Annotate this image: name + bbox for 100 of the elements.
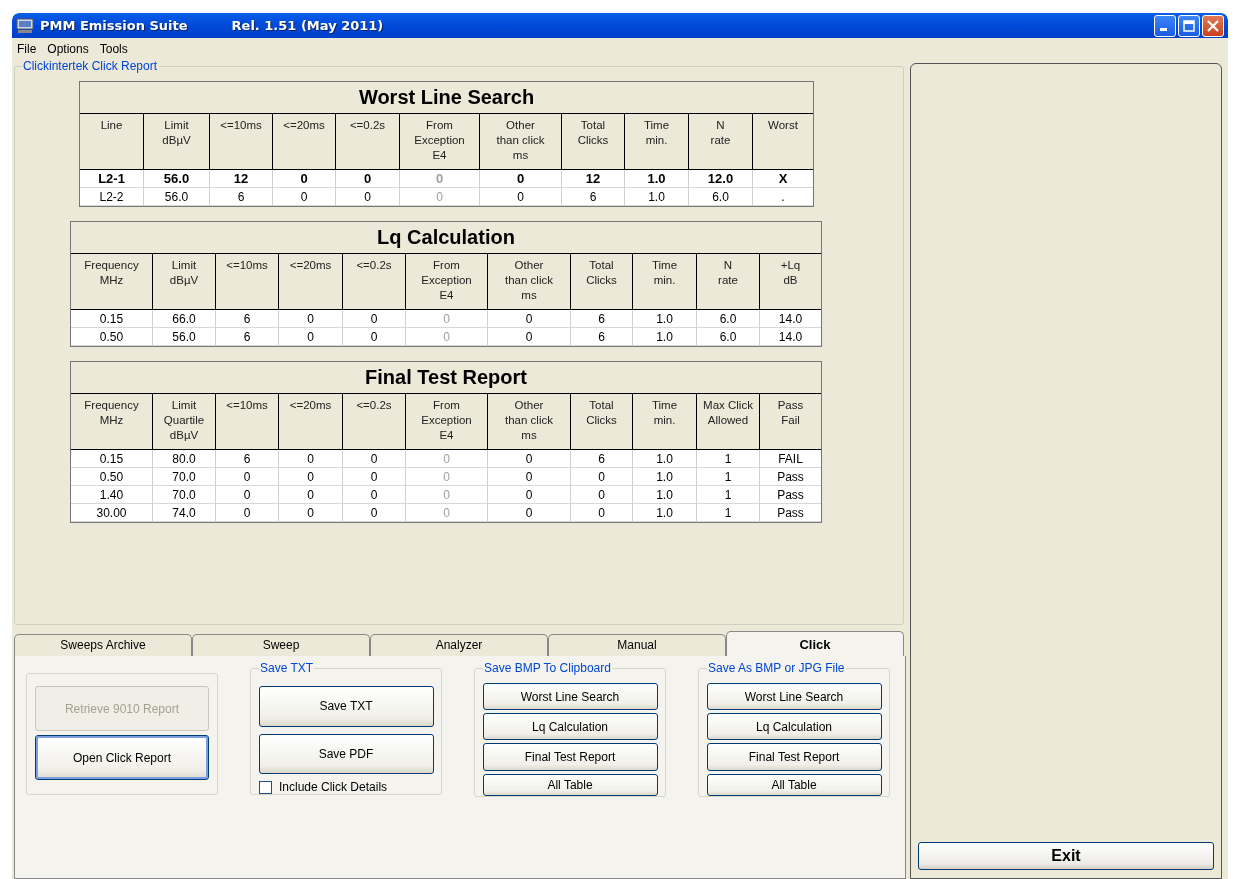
- table-cell: 1.0: [633, 504, 697, 522]
- column-header: Time min.: [633, 254, 697, 309]
- table-cell: 1.0: [625, 188, 689, 206]
- column-header: Frequency MHz: [71, 254, 153, 309]
- export-button[interactable]: All Table: [706, 773, 882, 796]
- exit-button[interactable]: Exit: [918, 842, 1214, 870]
- table-cell: 0: [406, 328, 488, 346]
- table-cell: 0: [279, 328, 343, 346]
- group-title: Save BMP To Clipboard: [483, 661, 612, 675]
- save-button[interactable]: Save PDF: [258, 733, 434, 774]
- column-header: Total Clicks: [562, 114, 625, 169]
- table-title: Lq Calculation: [71, 222, 821, 254]
- table-cell: 0: [336, 188, 400, 206]
- column-header: <=20ms: [279, 394, 343, 449]
- table-cell: 1.0: [633, 328, 697, 346]
- column-header: <=10ms: [210, 114, 273, 169]
- column-header: From Exception E4: [406, 394, 488, 449]
- minimize-button[interactable]: [1154, 14, 1176, 37]
- column-header: Frequency MHz: [71, 394, 153, 449]
- table-cell: L2-2: [80, 188, 144, 206]
- column-header: Other than click ms: [488, 254, 571, 309]
- column-header: Pass Fail: [776, 398, 805, 428]
- column-header: Total Clicks: [571, 254, 633, 309]
- column-header: Total Clicks: [571, 394, 633, 449]
- checkbox-label: Include Click Details: [279, 780, 388, 794]
- group-title: Save TXT: [259, 661, 315, 675]
- export-button[interactable]: Lq Calculation: [482, 713, 658, 741]
- column-header: N rate: [689, 114, 753, 169]
- table-cell: 0: [279, 504, 343, 522]
- table-cell: 6.0: [689, 188, 753, 206]
- table-cell: 0: [488, 328, 571, 346]
- tab[interactable]: Click: [726, 631, 904, 656]
- column-header: <=20ms: [279, 254, 343, 309]
- table-cell: 0: [571, 504, 633, 522]
- table-cell: 6: [216, 328, 279, 346]
- column-header: Other than click ms: [480, 114, 562, 169]
- column-header: Limit Quartile dBµV: [153, 394, 216, 449]
- table-cell: 0: [273, 188, 336, 206]
- table-cell: 74.0: [153, 504, 216, 522]
- export-button[interactable]: Lq Calculation: [706, 713, 882, 741]
- group-title: Clickintertek Click Report: [21, 59, 160, 73]
- column-header: Time min.: [633, 394, 697, 449]
- table-cell: 0: [216, 504, 279, 522]
- table-cell: 0: [488, 504, 571, 522]
- table-cell: .: [753, 188, 813, 206]
- checkbox[interactable]: [259, 780, 272, 794]
- column-header: <=10ms: [216, 394, 279, 449]
- table-cell: 6: [571, 328, 633, 346]
- column-header: +Lq dB: [779, 258, 802, 288]
- group-title: Save As BMP or JPG File: [707, 661, 846, 675]
- window-title: PMM Emission Suite: [40, 18, 188, 33]
- table-cell: 14.0: [760, 328, 821, 346]
- table-cell: 0: [480, 188, 562, 206]
- column-header: Worst: [767, 118, 799, 133]
- table-cell: 0: [400, 188, 480, 206]
- menu-item[interactable]: Tools: [98, 42, 129, 56]
- column-header: Line: [80, 114, 144, 169]
- column-header: Time min.: [625, 114, 689, 169]
- column-header: Other than click ms: [488, 394, 571, 449]
- column-header: <=0.2s: [336, 114, 400, 169]
- table-cell: 0: [343, 328, 406, 346]
- release-label: Rel. 1.51 (May 2011): [231, 18, 384, 33]
- report-button[interactable]: Open Click Report: [35, 735, 209, 780]
- tab[interactable]: Analyzer: [370, 634, 548, 656]
- export-button[interactable]: All Table: [482, 773, 658, 796]
- export-button[interactable]: Final Test Report: [706, 743, 882, 771]
- column-header: N rate: [697, 254, 760, 309]
- menu-item[interactable]: Options: [46, 42, 90, 56]
- table-cell: 6.0: [697, 328, 760, 346]
- column-header: <=0.2s: [343, 254, 406, 309]
- export-button[interactable]: Worst Line Search: [706, 683, 882, 711]
- column-header: From Exception E4: [400, 114, 480, 169]
- menu-item[interactable]: File: [16, 42, 38, 56]
- table-cell: 1: [697, 504, 760, 522]
- maximize-icon: [1183, 19, 1195, 32]
- table-cell: 56.0: [144, 188, 210, 206]
- minimize-icon: [1160, 28, 1167, 31]
- column-header: Limit dBµV: [144, 114, 210, 169]
- table-cell: 0: [406, 504, 488, 522]
- table-cell: Pass: [760, 504, 821, 522]
- close-button[interactable]: [1202, 14, 1224, 37]
- column-header: <=20ms: [273, 114, 336, 169]
- computer-icon: [16, 17, 34, 34]
- table-cell: 6: [210, 188, 273, 206]
- maximize-button[interactable]: [1178, 14, 1200, 37]
- close-icon: [1207, 19, 1219, 32]
- save-button[interactable]: Save TXT: [258, 686, 434, 727]
- table-cell: 6: [562, 188, 625, 206]
- table-cell: 56.0: [153, 328, 216, 346]
- column-header: Limit dBµV: [153, 254, 216, 309]
- tab[interactable]: Manual: [548, 634, 726, 656]
- tab[interactable]: Sweeps Archive: [14, 634, 192, 656]
- table-cell: 0: [343, 504, 406, 522]
- export-button[interactable]: Final Test Report: [482, 743, 658, 771]
- tab[interactable]: Sweep: [192, 634, 370, 656]
- table-cell: 0.50: [71, 328, 153, 346]
- column-header: From Exception E4: [406, 254, 488, 309]
- column-header: <=0.2s: [343, 394, 406, 449]
- export-button[interactable]: Worst Line Search: [482, 683, 658, 711]
- table-cell: 30.00: [71, 504, 153, 522]
